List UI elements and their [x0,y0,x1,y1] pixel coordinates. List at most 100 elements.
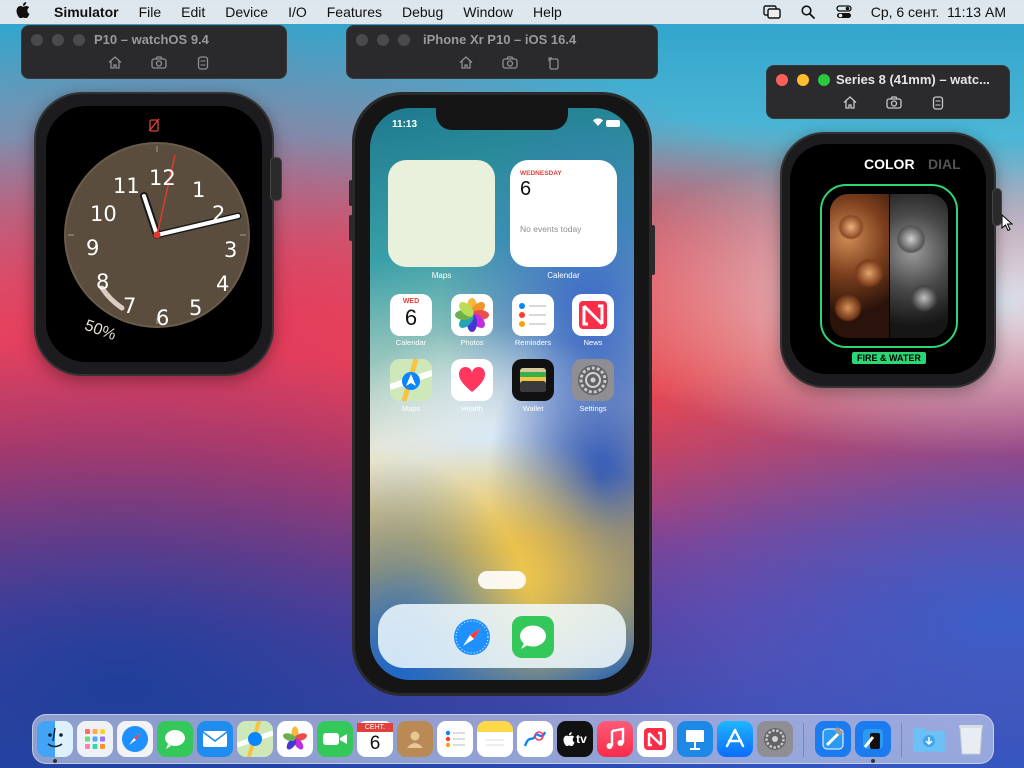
trash-icon[interactable] [953,721,989,757]
rotate-icon[interactable] [929,96,947,112]
maps-icon[interactable] [237,721,273,757]
health-icon [458,366,486,392]
phone-window-titlebar[interactable]: iPhone Xr P10 – iOS 16.4 [346,25,658,79]
app-news[interactable] [572,294,614,336]
app-reminders[interactable] [512,294,554,336]
menu-features[interactable]: Features [327,4,382,20]
window-controls [776,74,830,86]
dock-messages[interactable] [512,616,554,658]
watch1-device: 12 1 2 3 4 5 6 7 8 9 10 11 50% [34,92,274,376]
window-title: Series 8 (41mm) – watc... [836,72,990,87]
rotate-icon[interactable] [545,56,563,72]
app-label-maps: Maps [401,404,421,413]
app-settings[interactable] [572,359,614,401]
rotate-icon[interactable] [194,56,212,72]
close-button[interactable] [356,34,368,46]
app-label-settings: Settings [579,404,607,413]
notes-icon[interactable] [477,721,513,757]
numeral-8: 8 [96,270,110,294]
app-maps[interactable] [390,359,432,401]
menu-help[interactable]: Help [533,4,562,20]
menu-file[interactable]: File [139,4,162,20]
home-icon[interactable] [457,56,475,72]
calendar-widget[interactable]: WEDNESDAY 6 No events today [510,160,617,267]
zoom-button[interactable] [73,34,85,46]
menu-clock[interactable]: Ср, 6 сент. 11:13 AM [871,4,1006,20]
watch1-screen[interactable]: 12 1 2 3 4 5 6 7 8 9 10 11 50% [46,106,262,362]
watch1-window-titlebar[interactable]: P10 – watchOS 9.4 [21,25,287,79]
app-photos[interactable] [451,294,493,336]
menu-window[interactable]: Window [463,4,513,20]
fire-water-image [830,194,948,338]
face-name-badge: FIRE & WATER [852,352,926,364]
screenshot-icon[interactable] [150,56,168,72]
calendar-month: СЕНТ. [357,723,393,732]
reminders-icon[interactable] [437,721,473,757]
photos-icon[interactable] [277,721,313,757]
zoom-button[interactable] [398,34,410,46]
apple-menu-icon[interactable] [16,2,40,22]
screenshot-icon[interactable] [885,96,903,112]
numeral-1: 1 [192,178,206,202]
menu-debug[interactable]: Debug [402,4,443,20]
screen-mirroring-icon[interactable] [763,5,781,19]
control-center-icon[interactable] [835,5,853,19]
facetime-icon[interactable] [317,721,353,757]
watch2-screen[interactable]: COLOR DIAL FIRE & WATER [790,144,986,374]
freeform-icon[interactable] [517,721,553,757]
menu-io[interactable]: I/O [288,4,307,20]
spotlight-search-icon[interactable] [799,5,817,19]
app-store-icon[interactable] [717,721,753,757]
app-calendar[interactable]: WED 6 [390,294,432,336]
home-icon[interactable] [841,96,859,112]
minimize-button[interactable] [797,74,809,86]
app-health[interactable] [451,359,493,401]
numeral-10: 10 [90,202,117,226]
face-preview[interactable] [820,184,958,348]
digital-crown[interactable] [270,157,282,201]
menu-device[interactable]: Device [225,4,268,20]
window-title: P10 – watchOS 9.4 [94,32,209,47]
safari-icon [454,619,490,655]
screenshot-icon[interactable] [501,56,519,72]
volume-up-button[interactable] [349,180,353,206]
news-icon[interactable] [637,721,673,757]
zoom-button[interactable] [818,74,830,86]
contacts-icon[interactable] [397,721,433,757]
menu-edit[interactable]: Edit [181,4,205,20]
home-icon[interactable] [106,56,124,72]
maps-widget[interactable] [388,160,495,267]
menu-app-name[interactable]: Simulator [54,4,119,20]
close-button[interactable] [31,34,43,46]
tab-dial[interactable]: DIAL [928,156,961,172]
watch2-window-titlebar[interactable]: Series 8 (41mm) – watc... [766,65,1010,119]
simulator-icon[interactable] [855,721,891,757]
tv-icon[interactable]: tv [557,721,593,757]
tab-color[interactable]: COLOR [864,156,915,172]
safari-icon[interactable] [117,721,153,757]
search-pill[interactable] [478,571,526,589]
app-wallet[interactable] [512,359,554,401]
messages-icon[interactable] [157,721,193,757]
volume-down-button[interactable] [349,215,353,241]
dock-safari[interactable] [451,616,493,658]
xcode-icon[interactable] [815,721,851,757]
numeral-3: 3 [224,238,238,262]
close-button[interactable] [776,74,788,86]
iphone-screen[interactable]: 11:13 Maps WEDNESDAY 6 No events today C… [370,108,634,680]
finder-icon[interactable] [37,721,73,757]
calendar-icon[interactable]: СЕНТ. 6 [357,721,393,757]
calendar-widget-date: 6 [520,178,532,200]
side-button[interactable] [651,225,655,275]
keynote-icon[interactable] [677,721,713,757]
minimize-button[interactable] [52,34,64,46]
maps-icon [390,359,432,401]
calendar-widget-label: Calendar [547,271,580,280]
music-icon[interactable] [597,721,633,757]
launchpad-icon[interactable] [77,721,113,757]
minimize-button[interactable] [377,34,389,46]
calendar-icon-weekday: WED [402,298,420,305]
mail-icon[interactable] [197,721,233,757]
downloads-folder-icon[interactable] [911,721,947,757]
system-settings-icon[interactable] [757,721,793,757]
